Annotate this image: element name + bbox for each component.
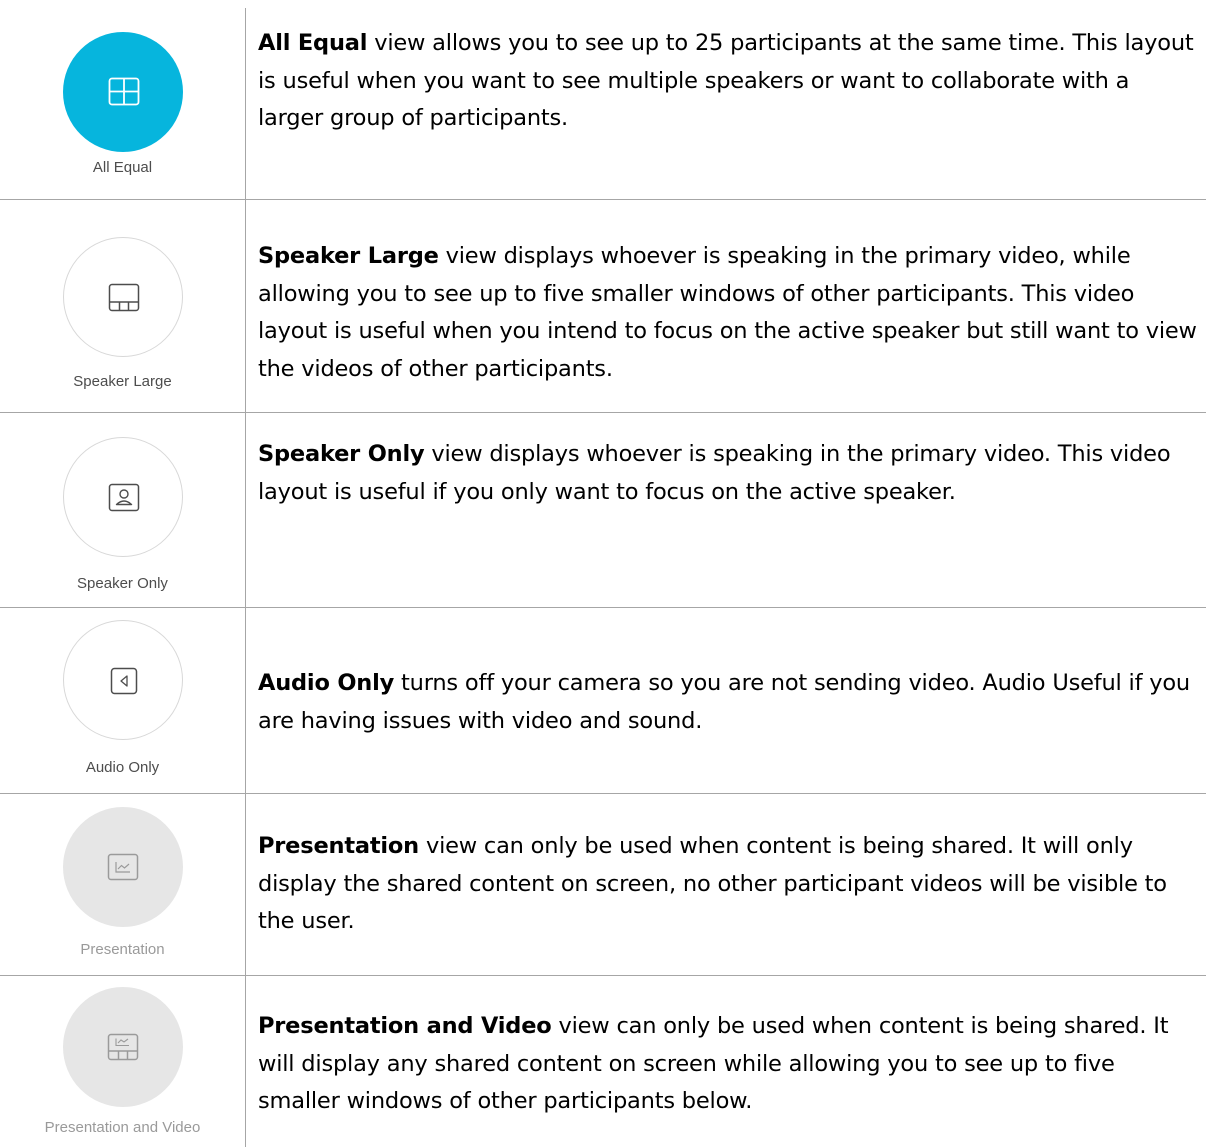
description-title: Speaker Only <box>258 441 425 467</box>
speaker-only-label: Speaker Only <box>77 575 168 592</box>
all-equal-button[interactable] <box>63 32 183 152</box>
table-row-presentation: Presentation Presentation view can only … <box>0 793 1206 975</box>
presentation-video-layout-icon <box>107 1033 139 1061</box>
layout-options-table: All Equal All Equal view allows you to s… <box>0 0 1206 1147</box>
description-title: All Equal <box>258 30 368 56</box>
icon-cell: Speaker Only <box>0 412 245 607</box>
speaker-large-layout-icon <box>108 283 140 312</box>
audio-only-label: Audio Only <box>85 759 160 776</box>
presentation-description: Presentation view can only be used when … <box>258 828 1198 941</box>
audio-only-button[interactable] <box>63 620 183 740</box>
presentation-and-video-button[interactable] <box>63 987 183 1107</box>
description-title: Speaker Large <box>258 243 439 269</box>
speaker-large-button[interactable] <box>63 237 183 357</box>
person-icon <box>108 483 140 512</box>
table-row-presentation-and-video: Presentation and Video Presentation and … <box>0 975 1206 1147</box>
description-title: Presentation <box>258 833 419 859</box>
icon-cell: Presentation <box>0 793 245 975</box>
description-body: turns off your camera so you are not sen… <box>258 670 1190 734</box>
table-row-all-equal: All Equal All Equal view allows you to s… <box>0 0 1206 199</box>
all-equal-description: All Equal view allows you to see up to 2… <box>258 25 1198 138</box>
chart-icon <box>107 853 139 881</box>
all-equal-label: All Equal <box>92 159 153 176</box>
presentation-and-video-label: Presentation and Video <box>44 1119 201 1136</box>
icon-cell: Audio Only <box>0 607 245 793</box>
description-title: Presentation and Video <box>258 1013 552 1039</box>
table-row-speaker-large: Speaker Large Speaker Large view display… <box>0 199 1206 412</box>
audio-only-description: Audio Only turns off your camera so you … <box>258 665 1198 740</box>
table-row-speaker-only: Speaker Only Speaker Only view displays … <box>0 412 1206 607</box>
description-body: view allows you to see up to 25 particip… <box>258 30 1194 131</box>
table-row-audio-only: Audio Only Audio Only turns off your cam… <box>0 607 1206 793</box>
presentation-button[interactable] <box>63 807 183 927</box>
icon-cell: Speaker Large <box>0 199 245 412</box>
presentation-label: Presentation <box>80 941 165 958</box>
speaker-only-button[interactable] <box>63 437 183 557</box>
speaker-only-description: Speaker Only view displays whoever is sp… <box>258 436 1198 511</box>
icon-cell: All Equal <box>0 0 245 199</box>
presentation-and-video-description: Presentation and Video view can only be … <box>258 1008 1198 1121</box>
speaker-large-label: Speaker Large <box>73 373 172 390</box>
speaker-icon <box>110 667 138 695</box>
icon-cell: Presentation and Video <box>0 975 245 1147</box>
grid-icon <box>108 77 140 106</box>
speaker-large-description: Speaker Large view displays whoever is s… <box>258 238 1198 388</box>
description-title: Audio Only <box>258 670 395 696</box>
